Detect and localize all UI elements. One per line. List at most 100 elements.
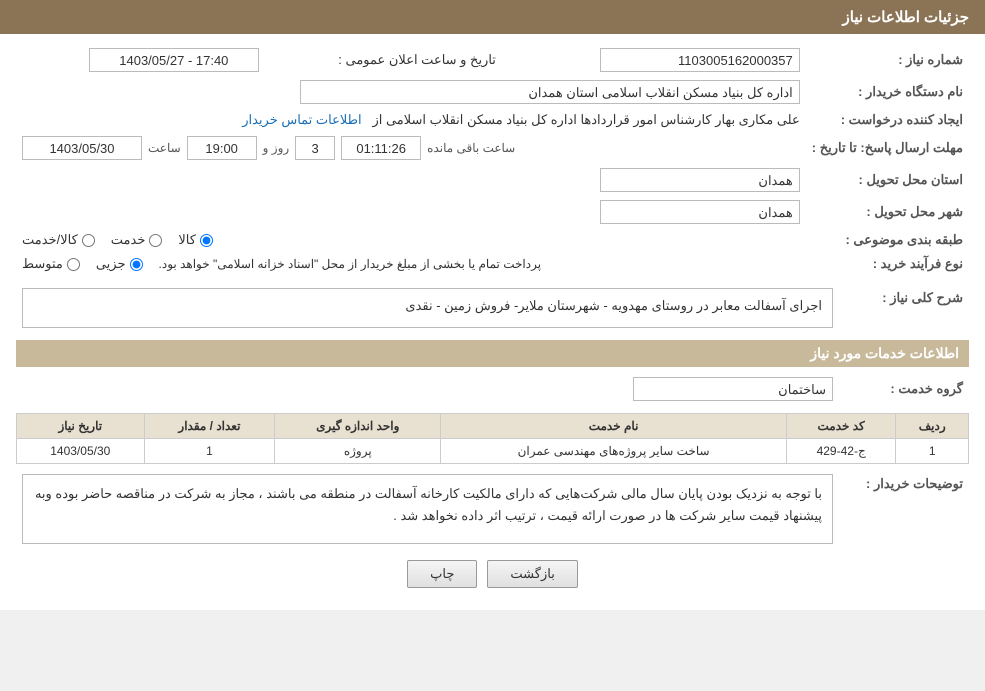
mohlat-value-cell: 1403/05/30 ساعت 19:00 روز و 3 01:11:26 س… (16, 132, 806, 164)
radio-khedmat[interactable]: خدمت (111, 232, 163, 248)
mohlat-remaining-label: ساعت باقی مانده (427, 141, 515, 155)
cell-0: 1 (896, 439, 969, 464)
cell-1: ج-42-429 (786, 439, 895, 464)
tabaqe-label: طبقه بندی موضوعی : (806, 228, 969, 252)
content-area: شماره نیاز : 1103005162000357 تاریخ و سا… (0, 34, 985, 610)
tarikh-elan-field: 1403/05/27 - 17:40 (89, 48, 259, 72)
sharh-value-cell: اجرای آسفالت معابر در روستای مهدویه - شه… (16, 284, 839, 332)
radio-khedmat-input[interactable] (149, 234, 162, 247)
farayand-label: نوع فرآیند خرید : (806, 252, 969, 276)
col-kod: کد خدمت (786, 414, 895, 439)
cell-5: 1403/05/30 (17, 439, 145, 464)
tarikh-elan-value-cell: 1403/05/27 - 17:40 (16, 44, 265, 76)
ijad-label: ایجاد کننده درخواست : (806, 108, 969, 132)
row-sharh: شرح کلی نیاز : اجرای آسفالت معابر در روس… (16, 284, 969, 332)
mohlat-roz-field: 3 (295, 136, 335, 160)
row-tabaqe: طبقه بندی موضوعی : کالا/خدمت خدمت (16, 228, 969, 252)
farayand-radio-group: متوسط جزیی (22, 256, 143, 272)
radio-kala-label: کالا (178, 232, 196, 248)
page-header: جزئیات اطلاعات نیاز (0, 0, 985, 34)
nam-dastgah-value-cell: اداره کل بنیاد مسکن انقلاب اسلامی استان … (16, 76, 806, 108)
shomare-niaz-value: 1103005162000357 (516, 44, 806, 76)
sharh-table: شرح کلی نیاز : اجرای آسفالت معابر در روس… (16, 284, 969, 332)
ostand-field: همدان (600, 168, 800, 192)
ijad-value: علی مکاری بهار کارشناس امور قراردادها اد… (372, 112, 799, 127)
col-tarikh: تاریخ نیاز (17, 414, 145, 439)
radio-jozi-label: جزیی (96, 256, 126, 272)
ostand-label: استان محل تحویل : (806, 164, 969, 196)
radio-kala-khedmat-label: کالا/خدمت (22, 232, 78, 248)
tarikh-label-cell: تاریخ و ساعت اعلان عمومی : (265, 44, 516, 76)
row-tosih: توضیحات خریدار : با توجه به نزدیک بودن پ… (16, 470, 969, 548)
row-shahr: شهر محل تحویل : همدان (16, 196, 969, 228)
grid-header: ردیف کد خدمت نام خدمت واحد اندازه گیری ت… (17, 414, 969, 439)
chap-button[interactable]: چاپ (407, 560, 477, 588)
tosih-label: توضیحات خریدار : (839, 470, 969, 548)
mohlat-roz-label: روز و (263, 141, 290, 155)
radio-mottaset[interactable]: متوسط (22, 256, 80, 272)
col-nam: نام خدمت (441, 414, 787, 439)
mohlat-date-field: 1403/05/30 (22, 136, 142, 160)
grid-header-row: ردیف کد خدمت نام خدمت واحد اندازه گیری ت… (17, 414, 969, 439)
mohlat-time-row: 1403/05/30 ساعت 19:00 روز و 3 01:11:26 س… (22, 136, 800, 160)
mohlat-time-label: ساعت (148, 141, 181, 155)
tosih-field: با توجه به نزدیک بودن پایان سال مالی شرک… (22, 474, 833, 544)
row-ijad: ایجاد کننده درخواست : علی مکاری بهار کار… (16, 108, 969, 132)
row-goh: گروه خدمت : ساختمان (16, 373, 969, 405)
row-ostand: استان محل تحویل : همدان (16, 164, 969, 196)
shomare-niaz-field: 1103005162000357 (600, 48, 800, 72)
radio-kala-khedmat[interactable]: کالا/خدمت (22, 232, 95, 248)
goh-value-cell: ساختمان (16, 373, 839, 405)
radio-khedmat-label: خدمت (111, 232, 146, 248)
radio-kala-input[interactable] (200, 234, 213, 247)
shomare-niaz-label: شماره نیاز : (806, 44, 969, 76)
farayand-desc: پرداخت تمام یا بخشی از مبلغ خریدار از مح… (159, 257, 542, 271)
cell-3: پروژه (275, 439, 441, 464)
khadamat-section-header: اطلاعات خدمات مورد نیاز (16, 340, 969, 367)
cell-2: ساخت سایر پروژه‌های مهندسی عمران (441, 439, 787, 464)
grid-body: 1ج-42-429ساخت سایر پروژه‌های مهندسی عمرا… (17, 439, 969, 464)
row-nam-dastgah: نام دستگاه خریدار : اداره کل بنیاد مسکن … (16, 76, 969, 108)
bazgasht-button[interactable]: بازگشت (487, 560, 577, 588)
tosih-value-cell: با توجه به نزدیک بودن پایان سال مالی شرک… (16, 470, 839, 548)
ijad-value-cell: علی مکاری بهار کارشناس امور قراردادها اد… (16, 108, 806, 132)
col-radif: ردیف (896, 414, 969, 439)
tarikh-elan-label: تاریخ و ساعت اعلان عمومی : (338, 52, 496, 67)
khadamat-grid-section: ردیف کد خدمت نام خدمت واحد اندازه گیری ت… (16, 413, 969, 464)
farayand-value-cell: متوسط جزیی پرداخت تمام یا بخشی از مبلغ خ… (16, 252, 806, 276)
radio-jozi[interactable]: جزیی (96, 256, 143, 272)
radio-kala-khedmat-input[interactable] (82, 234, 95, 247)
ostand-value-cell: همدان (16, 164, 806, 196)
goh-label: گروه خدمت : (839, 373, 969, 405)
shahr-field: همدان (600, 200, 800, 224)
tosih-table: توضیحات خریدار : با توجه به نزدیک بودن پ… (16, 470, 969, 548)
tabaqe-radio-group: کالا/خدمت خدمت کالا (22, 232, 800, 248)
shahr-value-cell: همدان (16, 196, 806, 228)
row-shomare: شماره نیاز : 1103005162000357 تاریخ و سا… (16, 44, 969, 76)
nam-dastgah-label: نام دستگاه خریدار : (806, 76, 969, 108)
mohlat-label: مهلت ارسال پاسخ: تا تاریخ : (806, 132, 969, 164)
goh-table: گروه خدمت : ساختمان (16, 373, 969, 405)
sharh-field: اجرای آسفالت معابر در روستای مهدویه - شه… (22, 288, 833, 328)
radio-jozi-input[interactable] (130, 258, 143, 271)
tabaqe-value-cell: کالا/خدمت خدمت کالا (16, 228, 806, 252)
goh-field: ساختمان (633, 377, 833, 401)
info-table: شماره نیاز : 1103005162000357 تاریخ و سا… (16, 44, 969, 276)
col-vahed: واحد اندازه گیری (275, 414, 441, 439)
khadamat-grid: ردیف کد خدمت نام خدمت واحد اندازه گیری ت… (16, 413, 969, 464)
sharh-label: شرح کلی نیاز : (839, 284, 969, 332)
radio-mottaset-label: متوسط (22, 256, 63, 272)
col-tedad: تعداد / مقدار (144, 414, 275, 439)
shahr-label: شهر محل تحویل : (806, 196, 969, 228)
mohlat-time-field: 19:00 (187, 136, 257, 160)
mohlat-remaining-field: 01:11:26 (341, 136, 421, 160)
row-mohlat: مهلت ارسال پاسخ: تا تاریخ : 1403/05/30 س… (16, 132, 969, 164)
page-wrapper: جزئیات اطلاعات نیاز شماره نیاز : 1103005… (0, 0, 985, 610)
page-title: جزئیات اطلاعات نیاز (843, 9, 970, 26)
farayand-row: متوسط جزیی پرداخت تمام یا بخشی از مبلغ خ… (22, 256, 800, 272)
radio-kala[interactable]: کالا (178, 232, 213, 248)
cell-4: 1 (144, 439, 275, 464)
etelaat-tamas-link[interactable]: اطلاعات تماس خریدار (242, 112, 361, 127)
row-farayand: نوع فرآیند خرید : متوسط جزیی (16, 252, 969, 276)
radio-mottaset-input[interactable] (67, 258, 80, 271)
